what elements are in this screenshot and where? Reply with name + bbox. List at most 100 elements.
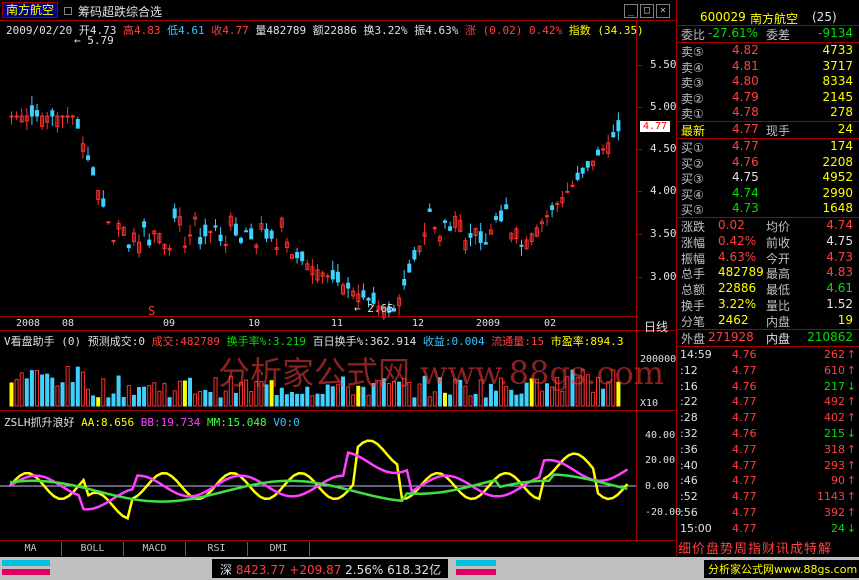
stat-row: 分笔 2462 内盘 19 bbox=[681, 312, 853, 329]
candle bbox=[432, 226, 437, 234]
candle bbox=[75, 116, 80, 129]
divider bbox=[0, 330, 676, 331]
candle bbox=[417, 245, 422, 256]
tab-rsi[interactable]: RSI bbox=[186, 542, 248, 556]
volume-bar bbox=[167, 397, 172, 407]
tick-row: :46 4.77 90 ↑ bbox=[680, 474, 856, 488]
candle bbox=[40, 112, 45, 131]
candle bbox=[412, 247, 417, 262]
selector-label[interactable]: 筹码超跌综合选 bbox=[78, 3, 162, 20]
volume-bar bbox=[91, 395, 96, 407]
candle bbox=[126, 244, 131, 252]
candle bbox=[422, 222, 427, 245]
volume-bar bbox=[448, 394, 453, 407]
candlestick-chart[interactable] bbox=[0, 34, 636, 320]
tab-dmi[interactable]: DMI bbox=[248, 542, 310, 556]
title-bar: 南方航空 筹码超跌综合选 _ □ × bbox=[0, 0, 676, 20]
date-tick-label: 10 bbox=[248, 318, 261, 329]
volume-bar bbox=[147, 385, 152, 407]
price-tick-label: 4.50 bbox=[650, 142, 677, 155]
candle bbox=[580, 167, 585, 178]
price-tick-label: 5.00 bbox=[650, 100, 677, 113]
volume-bar bbox=[284, 394, 289, 407]
candle bbox=[19, 108, 24, 124]
tick-row: :32 4.76 215 ↓ bbox=[680, 427, 856, 440]
candle bbox=[264, 223, 269, 243]
volume-bar bbox=[193, 393, 198, 407]
volume-bar bbox=[300, 393, 305, 407]
volume-bar bbox=[198, 390, 203, 407]
vol-axis-unit: X10 bbox=[640, 398, 659, 409]
candle bbox=[9, 111, 14, 125]
close-icon[interactable]: × bbox=[656, 4, 670, 18]
selector-checkbox[interactable] bbox=[64, 7, 72, 15]
volume-bar bbox=[468, 395, 473, 407]
volume-bar bbox=[29, 370, 34, 407]
arrow-up-icon: ↑ bbox=[846, 395, 856, 409]
date-tick-label: 2008 bbox=[16, 318, 41, 329]
volume-bar bbox=[14, 379, 19, 407]
current-price-tag: 4.77 bbox=[640, 121, 671, 132]
osc-tick-label: 0.00 bbox=[645, 481, 670, 492]
index-ticker[interactable]: 深 8423.77 +209.87 2.56% 618.32亿 bbox=[220, 561, 441, 578]
tab-boll[interactable]: BOLL bbox=[62, 542, 124, 556]
volume-bar bbox=[213, 377, 218, 407]
candle bbox=[244, 227, 249, 233]
candle bbox=[488, 223, 493, 235]
axis-mode-label[interactable]: 日线 bbox=[644, 318, 668, 335]
price-tick-label: 5.50 bbox=[650, 58, 677, 71]
arrow-up-icon: ↑ bbox=[846, 442, 856, 456]
candle bbox=[463, 237, 468, 255]
bid-row: 买① 4.77 174 bbox=[681, 139, 853, 155]
oscillator-chart[interactable] bbox=[0, 426, 636, 538]
volume-bar bbox=[80, 371, 85, 407]
volume-bar bbox=[142, 386, 147, 407]
candle bbox=[182, 236, 187, 254]
tab-macd[interactable]: MACD bbox=[124, 542, 186, 556]
candle bbox=[611, 124, 616, 138]
candle bbox=[162, 243, 167, 255]
outer-inner-row: 外盘 271928 内盘 210862 bbox=[681, 330, 853, 346]
volume-bar bbox=[290, 391, 294, 407]
stock-rank: (25) bbox=[812, 10, 837, 24]
volume-bar bbox=[101, 378, 106, 407]
tab-ma[interactable]: MA bbox=[0, 542, 62, 556]
candle bbox=[279, 216, 284, 233]
tick-row: :12 4.77 610 ↑ bbox=[680, 363, 856, 377]
candle bbox=[177, 207, 182, 232]
candle bbox=[606, 134, 611, 158]
price-tick-label: 3.50 bbox=[650, 227, 677, 240]
candle bbox=[239, 236, 243, 245]
volume-bar bbox=[315, 393, 320, 407]
tick-row: :56 4.77 392 ↑ bbox=[680, 506, 856, 519]
volume-bar bbox=[131, 394, 136, 407]
candle bbox=[29, 96, 34, 125]
bid-row: 买② 4.76 2208 bbox=[681, 154, 853, 171]
volume-bar bbox=[218, 397, 223, 407]
chart-area[interactable]: 南方航空 筹码超跌综合选 _ □ × 2009/02/20 开4.73 高4.83 … bbox=[0, 0, 681, 556]
candle bbox=[305, 259, 310, 271]
arrow-down-icon: ↓ bbox=[846, 521, 856, 535]
minimize-icon[interactable]: _ bbox=[624, 4, 638, 18]
candle bbox=[565, 182, 570, 194]
stock-title: 南方航空 bbox=[2, 2, 59, 18]
date-tick-label: 12 bbox=[412, 318, 425, 329]
volume-bar bbox=[121, 396, 126, 407]
candle bbox=[284, 237, 289, 253]
quote-menu[interactable]: 细价盘势周指财讯成特解 bbox=[678, 538, 832, 557]
volume-bar bbox=[412, 397, 417, 407]
candle bbox=[14, 111, 19, 120]
date-tick-label: 09 bbox=[163, 318, 176, 329]
maximize-icon[interactable]: □ bbox=[640, 4, 654, 18]
price-tick bbox=[636, 234, 642, 235]
ask-row: 卖④ 4.81 3717 bbox=[681, 58, 853, 75]
volume-bar bbox=[116, 375, 121, 407]
candle bbox=[167, 244, 172, 256]
arrow-down-icon: ↓ bbox=[846, 379, 856, 393]
stat-row: 振幅 4.63% 今开 4.73 bbox=[681, 249, 853, 266]
bid-row: 买③ 4.75 4952 bbox=[681, 170, 853, 187]
candle bbox=[249, 223, 254, 240]
volume-bar bbox=[40, 374, 45, 407]
volume-bar bbox=[137, 387, 141, 407]
window-buttons: _ □ × bbox=[622, 3, 670, 18]
